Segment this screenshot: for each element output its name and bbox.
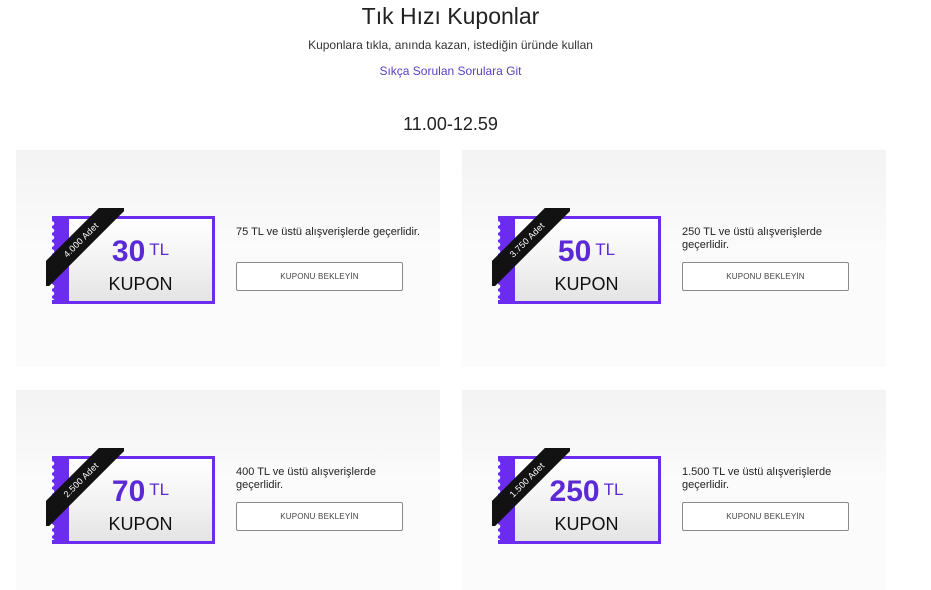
amount-currency: TL xyxy=(603,480,624,499)
coupon-condition: 400 TL ve üstü alışverişlerde geçerlidir… xyxy=(236,466,377,491)
coupon-card: 70 TL KUPON 2.500 Adet 400 TL ve üstü alı… xyxy=(16,390,440,590)
coupon-condition: 250 TL ve üstü alışverişlerde geçerlidir… xyxy=(682,226,823,251)
coupon-ticket: 50 TL KUPON 3.750 Adet xyxy=(492,208,664,304)
coupon-ticket: 30 TL KUPON 4.000 Adet xyxy=(46,208,218,304)
coupon-ticket: 70 TL KUPON 2.500 Adet xyxy=(46,448,218,544)
quantity-ribbon: 3.750 Adet xyxy=(492,208,570,286)
quantity-label: 1.500 Adet xyxy=(492,448,570,526)
quantity-ribbon: 2.500 Adet xyxy=(46,448,124,526)
amount-currency: TL xyxy=(149,480,170,499)
time-range: 11.00-12.59 xyxy=(403,114,498,134)
quantity-label: 2.500 Adet xyxy=(46,448,124,526)
amount-currency: TL xyxy=(595,240,616,259)
coupon-card: 250 TL KUPON 1.500 Adet 1.500 TL ve üstü … xyxy=(462,390,886,590)
amount-currency: TL xyxy=(149,240,170,259)
page-title: Tık Hızı Kuponlar xyxy=(361,3,540,29)
wait-coupon-button[interactable]: KUPONU BEKLEYİN xyxy=(236,262,403,291)
quantity-ribbon: 1.500 Adet xyxy=(492,448,570,526)
page-subtitle: Kuponlara tıkla, anında kazan, istediğin… xyxy=(308,38,593,52)
coupon-ticket: 250 TL KUPON 1.500 Adet xyxy=(492,448,664,544)
coupon-condition: 75 TL ve üstü alışverişlerde geçerlidir. xyxy=(236,226,421,238)
quantity-label: 4.000 Adet xyxy=(46,208,124,286)
wait-coupon-button[interactable]: KUPONU BEKLEYİN xyxy=(236,502,403,531)
coupon-condition: 1.500 TL ve üstü alışverişlerde geçerlid… xyxy=(682,466,832,491)
wait-coupon-button[interactable]: KUPONU BEKLEYİN xyxy=(682,502,849,531)
faq-link[interactable]: Sıkça Sorulan Sorulara Git xyxy=(0,64,901,78)
coupon-card: 50 TL KUPON 3.750 Adet 250 TL ve üstü alı… xyxy=(462,150,886,367)
wait-coupon-button[interactable]: KUPONU BEKLEYİN xyxy=(682,262,849,291)
quantity-ribbon: 4.000 Adet xyxy=(46,208,124,286)
quantity-label: 3.750 Adet xyxy=(492,208,570,286)
coupon-card: 30 TL KUPON 4.000 Adet 75 TL ve üstü alış… xyxy=(16,150,440,367)
